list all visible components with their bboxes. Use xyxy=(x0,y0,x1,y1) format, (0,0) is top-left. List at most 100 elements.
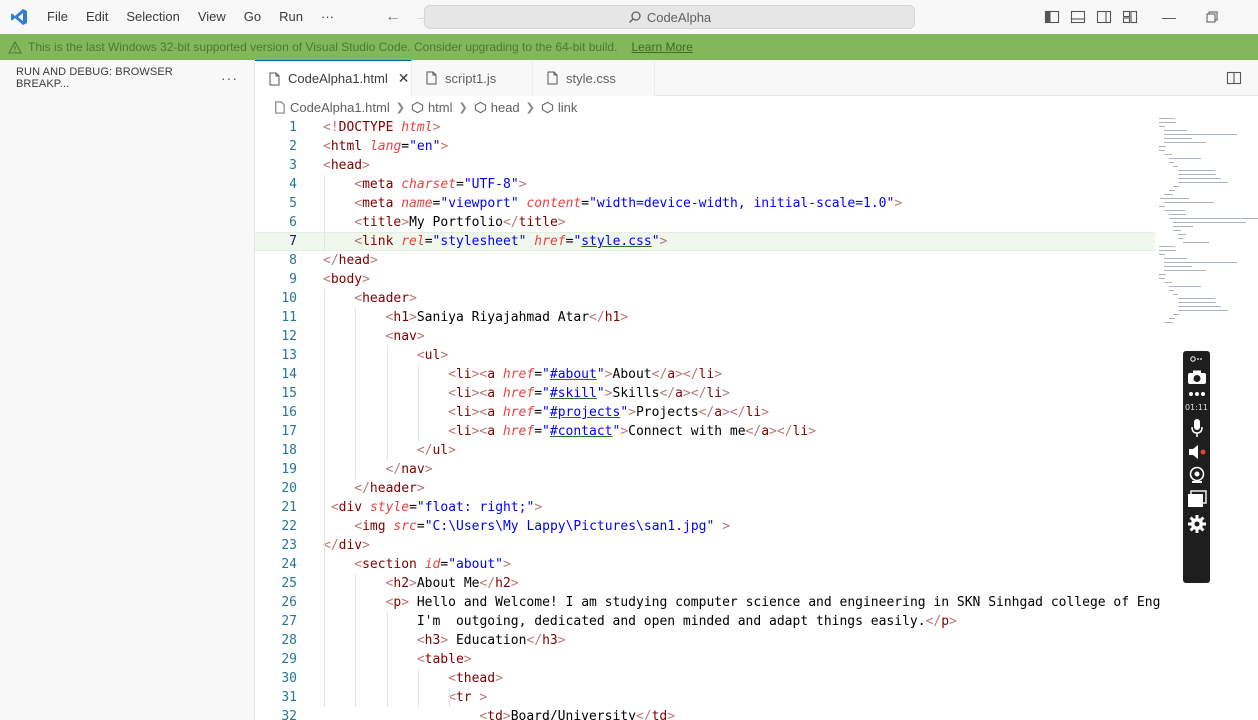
breadcrumb-item-html[interactable]: html xyxy=(411,100,453,115)
sidebar-more-button[interactable]: ··· xyxy=(221,70,238,86)
menu-bar: File Edit Selection View Go Run ··· xyxy=(38,0,343,34)
menu-more[interactable]: ··· xyxy=(312,0,343,34)
code-text: <head> xyxy=(323,158,370,173)
camera-icon[interactable] xyxy=(1187,369,1207,385)
code-line[interactable]: 22 <img src="C:\Users\My Lappy\Pictures\s… xyxy=(255,517,1155,536)
code-text: <p> Hello and Welcome! I am studying com… xyxy=(385,595,1161,610)
code-text: </div> xyxy=(323,538,370,553)
code-line[interactable]: 31 <tr > xyxy=(255,688,1155,707)
html-file-icon xyxy=(267,72,281,86)
tab-codealpha1-html[interactable]: CodeAlpha1.html ✕ xyxy=(255,60,412,96)
minimap-line xyxy=(1163,138,1193,139)
split-editor-icon[interactable] xyxy=(1226,70,1242,86)
code-line[interactable]: 25 <h2>About Me</h2> xyxy=(255,574,1155,593)
minimap-line xyxy=(1163,282,1173,283)
code-area[interactable]: 1 <!DOCTYPE html> 2 <html lang="en"> 3 <head>… xyxy=(255,118,1160,720)
code-line[interactable]: 2 <html lang="en"> xyxy=(255,137,1155,156)
tab-style-css[interactable]: style.css xyxy=(533,60,655,96)
code-line[interactable]: 12 <nav> xyxy=(255,327,1155,346)
tab-script1-js[interactable]: script1.js xyxy=(412,60,533,96)
code-text: </header> xyxy=(354,481,425,496)
code-line[interactable]: 29 <table> xyxy=(255,650,1155,669)
line-number: 30 xyxy=(281,671,297,686)
pin-icon[interactable] xyxy=(1189,355,1204,363)
code-line[interactable]: 16 <li><a href="#projects">Projects</a></… xyxy=(255,403,1155,422)
customize-layout-icon[interactable] xyxy=(1122,9,1138,25)
window-capture-icon[interactable] xyxy=(1187,490,1207,508)
code-line[interactable]: 19 </nav> xyxy=(255,460,1155,479)
breadcrumb-item-head[interactable]: head xyxy=(474,100,520,115)
microphone-icon[interactable] xyxy=(1190,418,1204,438)
back-arrow-icon[interactable]: ← xyxy=(385,8,401,26)
minimap-line xyxy=(1168,318,1175,319)
js-file-icon xyxy=(424,71,438,85)
minimize-icon[interactable]: — xyxy=(1162,9,1176,25)
code-line[interactable]: 3 <head> xyxy=(255,156,1155,175)
menu-selection[interactable]: Selection xyxy=(117,0,188,34)
line-number: 12 xyxy=(281,329,297,344)
line-number: 21 xyxy=(281,500,297,515)
breadcrumb-item-link[interactable]: link xyxy=(541,100,577,115)
minimap-line xyxy=(1168,158,1202,159)
learn-more-link[interactable]: Learn More xyxy=(631,40,692,54)
menu-run[interactable]: Run xyxy=(270,0,312,34)
menu-go[interactable]: Go xyxy=(235,0,270,34)
code-line[interactable]: 10 <header> xyxy=(255,289,1155,308)
code-line[interactable]: 6 <title>My Portfolio</title> xyxy=(255,213,1155,232)
code-line[interactable]: 32 <td>Board/University</td> xyxy=(255,707,1155,720)
code-text: <section id="about"> xyxy=(354,557,511,572)
toggle-primary-sidebar-icon[interactable] xyxy=(1044,9,1060,25)
webcam-icon[interactable] xyxy=(1188,466,1206,484)
code-line[interactable]: 1 <!DOCTYPE html> xyxy=(255,118,1155,137)
sidebar-title: RUN AND DEBUG: BROWSER BREAKP... xyxy=(16,66,173,90)
minimap-line xyxy=(1178,170,1215,171)
minimap-line xyxy=(1163,130,1187,131)
menu-view[interactable]: View xyxy=(189,0,235,34)
code-line[interactable]: 9 <body> xyxy=(255,270,1155,289)
code-line[interactable]: 27 I'm outgoing, dedicated and open minde… xyxy=(255,612,1155,631)
more-options-icon[interactable] xyxy=(1187,391,1207,397)
code-line[interactable]: 24 <section id="about"> xyxy=(255,555,1155,574)
restore-icon[interactable] xyxy=(1206,11,1218,23)
code-line[interactable]: 14 <li><a href="#about">About</a></li> xyxy=(255,365,1155,384)
code-line[interactable]: 28 <h3> Education</h3> xyxy=(255,631,1155,650)
code-line[interactable]: 8 </head> xyxy=(255,251,1155,270)
code-text: <li><a href="#about">About</a></li> xyxy=(448,367,723,382)
code-line[interactable]: 15 <li><a href="#skill">Skills</a></li> xyxy=(255,384,1155,403)
close-tab-icon[interactable]: ✕ xyxy=(398,70,410,87)
code-line[interactable]: 17 <li><a href="#contact">Connect with me… xyxy=(255,422,1155,441)
minimap-line xyxy=(1163,322,1174,323)
line-number: 6 xyxy=(289,215,297,230)
code-line[interactable]: 4 <meta charset="UTF-8"> xyxy=(255,175,1155,194)
settings-gear-icon[interactable] xyxy=(1187,514,1207,534)
menu-edit[interactable]: Edit xyxy=(77,0,117,34)
menu-file[interactable]: File xyxy=(38,0,77,34)
code-line[interactable]: 13 <ul> xyxy=(255,346,1155,365)
minimap-line xyxy=(1173,230,1181,231)
line-number: 27 xyxy=(281,614,297,629)
breadcrumb-item-file[interactable]: CodeAlpha1.html xyxy=(273,100,390,115)
minimap-line xyxy=(1168,214,1187,215)
code-line[interactable]: 20 </header> xyxy=(255,479,1155,498)
code-text: <header> xyxy=(354,291,417,306)
speaker-muted-icon[interactable] xyxy=(1187,444,1207,460)
toggle-panel-icon[interactable] xyxy=(1070,9,1086,25)
toggle-secondary-sidebar-icon[interactable] xyxy=(1096,9,1112,25)
code-line[interactable]: 5 <meta name="viewport" content="width=de… xyxy=(255,194,1155,213)
code-line[interactable]: 26 <p> Hello and Welcome! I am studying c… xyxy=(255,593,1160,612)
code-line[interactable]: 23 </div> xyxy=(255,536,1155,555)
code-line[interactable]: 21 <div style="float: right;"> xyxy=(255,498,1155,517)
code-line[interactable]: 30 <thead> xyxy=(255,669,1155,688)
code-line[interactable]: 11 <h1>Saniya Riyajahmad Atar</h1> xyxy=(255,308,1155,327)
minimap-line xyxy=(1173,314,1179,315)
indent-guide xyxy=(417,669,419,707)
code-line[interactable]: 7 <link rel="stylesheet" href="style.css"… xyxy=(255,232,1155,251)
code-editor[interactable]: CodeAlpha1.html ❯ html ❯ head ❯ link 1 <!… xyxy=(255,96,1258,720)
line-number: 32 xyxy=(281,709,297,720)
line-number: 23 xyxy=(281,538,297,553)
indent-guide xyxy=(355,574,357,707)
minimap[interactable] xyxy=(1155,118,1258,358)
command-center-search[interactable]: CodeAlpha xyxy=(424,5,915,29)
code-line[interactable]: 18 </ul> xyxy=(255,441,1155,460)
indent-guide xyxy=(324,289,325,707)
